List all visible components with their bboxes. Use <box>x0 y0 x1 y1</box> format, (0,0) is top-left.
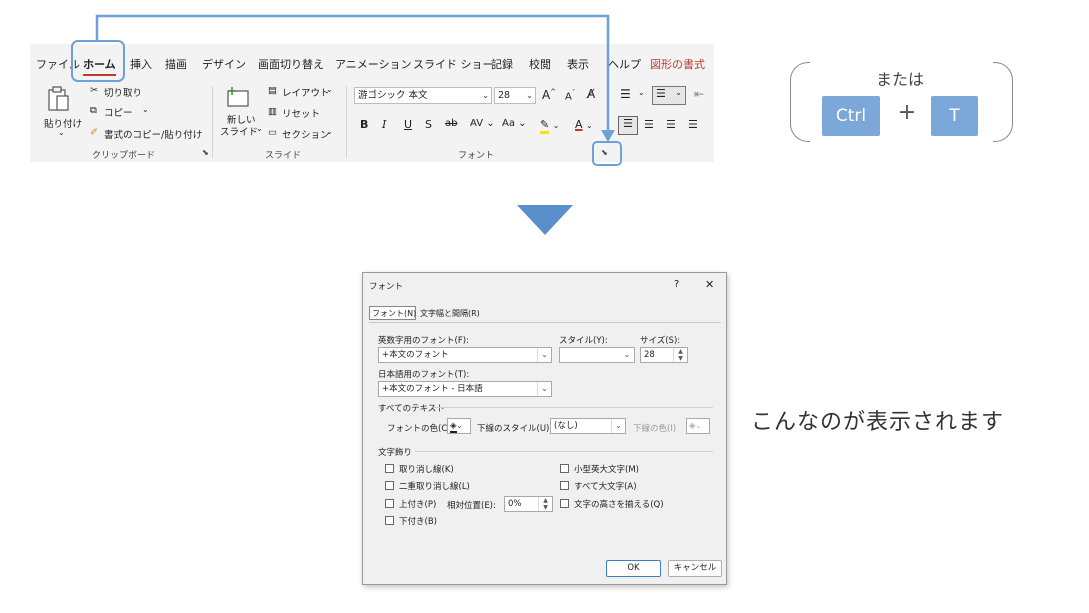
offset-value: 0% <box>508 499 522 509</box>
strikethrough-label: 取り消し線(K) <box>399 465 454 475</box>
small-caps-label: 小型英大文字(M) <box>574 465 639 475</box>
subscript-checkbox[interactable] <box>385 516 394 525</box>
chevron-down-icon: ⌄ <box>537 382 551 396</box>
font-color-picker[interactable]: ◈⌄ <box>447 418 471 434</box>
equalize-height-label: 文字の高さを揃える(Q) <box>574 500 664 510</box>
size-value: 28 <box>644 350 655 360</box>
all-text-header: すべてのテキスト <box>378 404 445 414</box>
latin-font-label: 英数字用のフォント(F): <box>378 336 469 346</box>
tab-spacing[interactable]: 文字幅と間隔(R) <box>420 308 480 319</box>
small-caps-checkbox[interactable] <box>560 464 569 473</box>
superscript-label: 上付き(P) <box>399 500 437 510</box>
latin-font-select[interactable]: +本文のフォント ⌄ <box>378 347 552 363</box>
underline-style-select[interactable]: (なし) ⌄ <box>550 418 626 434</box>
all-caps-label: すべて大文字(A) <box>574 482 637 492</box>
chevron-down-icon: ⌄ <box>623 350 631 359</box>
tab-font-label: フォント(N) <box>372 309 417 318</box>
caption-text: こんなのが表示されます <box>751 410 1005 435</box>
offset-label: 相対位置(E): <box>447 501 496 511</box>
plus-sign: + <box>897 100 917 125</box>
dialog-title: フォント <box>369 282 404 292</box>
spinner-arrows-icon: ▲ ▼ <box>673 348 687 362</box>
bracket-right <box>993 62 1013 142</box>
all-caps-checkbox[interactable] <box>560 481 569 490</box>
asian-font-select[interactable]: +本文のフォント - 日本語 ⌄ <box>378 381 552 397</box>
offset-spinner[interactable]: 0% ▲ ▼ <box>504 496 553 512</box>
size-spinner[interactable]: 28 ▲ ▼ <box>640 347 688 363</box>
section-divider <box>415 451 713 452</box>
tab-font[interactable]: フォント(N) <box>369 306 416 320</box>
chevron-down-icon: ⌄ <box>537 348 551 362</box>
tab-divider <box>369 322 721 323</box>
asian-font-label: 日本語用のフォント(T): <box>378 370 470 380</box>
or-text: または <box>875 70 924 89</box>
down-arrow-icon <box>517 205 573 235</box>
style-label: スタイル(Y): <box>559 336 608 346</box>
cancel-button[interactable]: キャンセル <box>668 560 722 577</box>
subscript-label: 下付き(B) <box>399 517 437 527</box>
font-dialog: フォント ? ✕ フォント(N) 文字幅と間隔(R) 英数字用のフォント(F):… <box>362 272 727 585</box>
tutorial-image: { "ribbon": { "tabs": ["ファイル","ホーム","挿入"… <box>0 0 1089 613</box>
effects-header: 文字飾り <box>378 448 413 458</box>
underline-style-label: 下線のスタイル(U) <box>477 424 550 434</box>
double-strikethrough-label: 二重取り消し線(L) <box>399 482 470 492</box>
latin-font-value: +本文のフォント <box>382 350 449 360</box>
double-strikethrough-checkbox[interactable] <box>385 481 394 490</box>
bracket-left <box>790 62 810 142</box>
strikethrough-checkbox[interactable] <box>385 464 394 473</box>
underline-color-label: 下線の色(I) <box>633 424 677 434</box>
style-select[interactable]: ⌄ <box>559 347 635 363</box>
underline-color-picker[interactable]: ◈⌄ <box>686 418 710 434</box>
chevron-down-icon: ⌄ <box>695 422 702 430</box>
help-button[interactable]: ? <box>674 279 679 290</box>
close-button[interactable]: ✕ <box>705 278 714 291</box>
size-label: サイズ(S): <box>640 336 681 346</box>
chevron-down-icon: ⌄ <box>611 419 625 433</box>
spinner-arrows-icon: ▲ ▼ <box>538 497 552 511</box>
underline-style-value: (なし) <box>554 421 578 431</box>
ok-button[interactable]: OK <box>606 560 661 577</box>
t-key: T <box>931 96 978 136</box>
superscript-checkbox[interactable] <box>385 499 394 508</box>
section-divider <box>433 407 713 408</box>
ctrl-key: Ctrl <box>822 96 880 136</box>
asian-font-value: +本文のフォント - 日本語 <box>382 384 483 394</box>
font-color-label: フォントの色(C) <box>387 424 451 434</box>
chevron-down-icon: ⌄ <box>456 422 463 430</box>
equalize-height-checkbox[interactable] <box>560 499 569 508</box>
